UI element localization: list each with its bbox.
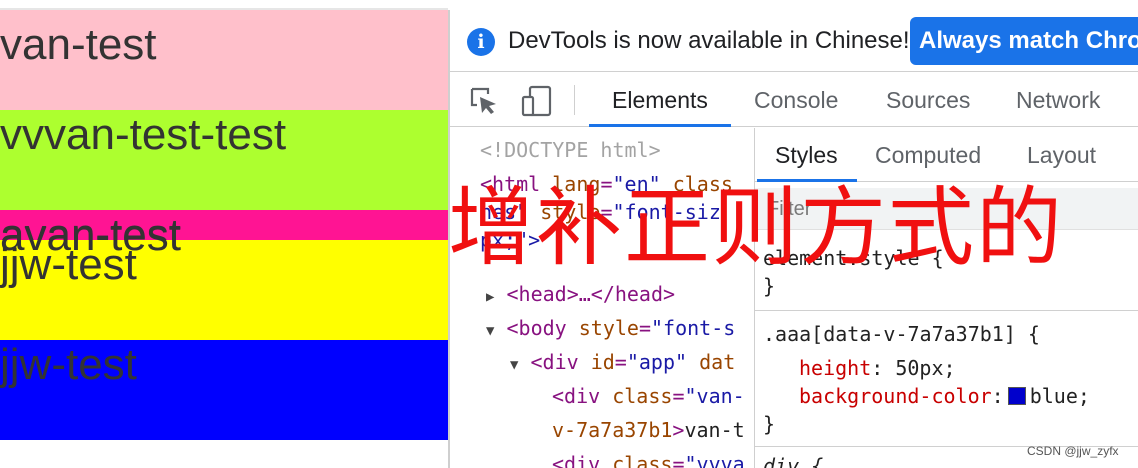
tab-sources[interactable]: Sources (886, 73, 970, 127)
aaa-rule: .aaa[data-v-7a7a37b1] { height: 50px; ba… (755, 314, 1138, 440)
vvva-div-tag: <div (552, 452, 601, 468)
height-value: 50px; (895, 356, 956, 380)
app-div-tag: <div (530, 350, 579, 374)
tab-network[interactable]: Network (1016, 73, 1100, 127)
van-test-block: van-test (0, 10, 448, 110)
vvvan-test-test-text: vvvan-test-test (0, 110, 287, 159)
subtab-layout[interactable]: Layout (1027, 128, 1096, 182)
body-tag: <body (506, 316, 567, 340)
app-data-attr: dat (699, 350, 736, 374)
body-style-value: "font-s (651, 316, 736, 340)
language-infobar: i DevTools is now available in Chinese! … (450, 10, 1138, 72)
app-id-attr: id (590, 350, 615, 374)
dom-van-line[interactable]: <div class="van- (552, 382, 745, 410)
jjw-test-blue-block: jjw-test (0, 340, 448, 440)
active-tab-indicator (589, 124, 731, 127)
jjw-test-blue-text: jjw-test (0, 340, 137, 389)
infobar-message: DevTools is now available in Chinese! (508, 27, 910, 54)
height-property: height (799, 356, 872, 380)
subtab-styles[interactable]: Styles (775, 128, 838, 182)
background-color-declaration[interactable]: background-color: blue; (799, 382, 1090, 410)
styles-subtabs: Styles Computed Layout (755, 128, 1138, 182)
subtab-computed[interactable]: Computed (875, 128, 981, 182)
collapse-triangle-icon[interactable]: ▼ (510, 357, 518, 373)
device-toolbar-icon[interactable] (520, 85, 554, 122)
info-icon: i (467, 28, 495, 56)
color-swatch-icon[interactable] (1007, 387, 1026, 405)
devtools-toolbar: Elements Console Sources Network (450, 73, 1138, 127)
avan-test-overflow-text: avan-test (0, 211, 181, 260)
dom-app-line[interactable]: ▼ <div id="app" dat (510, 348, 735, 379)
background-color-value: blue; (1029, 384, 1090, 408)
dom-van-line-wrap: v-7a7a37b1>van-t (552, 418, 745, 442)
collapse-triangle-icon[interactable]: ▼ (486, 323, 494, 339)
rule-divider (755, 310, 1138, 311)
expand-triangle-icon[interactable]: ▶ (486, 289, 494, 305)
app-id-value: "app" (626, 350, 688, 374)
van-text-node: van-t (684, 418, 745, 442)
vvva-class-value: "vvva (684, 452, 745, 468)
dom-vvva-line[interactable]: <div class="vvva (552, 450, 745, 468)
aaa-rule-selector[interactable]: .aaa[data-v-7a7a37b1] { (763, 320, 1040, 348)
dom-body-line[interactable]: ▼ <body style="font-s (486, 314, 735, 345)
tab-elements[interactable]: Elements (612, 73, 708, 127)
dom-head-line[interactable]: ▶ <head>…</head> (486, 280, 675, 311)
van-div-tag: <div (552, 384, 601, 408)
body-style-attr: style (578, 316, 639, 340)
van-test-text: van-test (0, 20, 157, 69)
van-scope-attr: v-7a7a37b1 (552, 418, 673, 442)
csdn-watermark: CSDN @jjw_zyfx (1027, 444, 1119, 458)
page-preview: van-test vvvan-test-test avan-test jjw-t… (0, 0, 448, 468)
vvva-class-attr: class (612, 452, 673, 468)
dom-doctype-line[interactable]: <!DOCTYPE html> (480, 136, 661, 164)
vvvan-test-test-block: vvvan-test-test (0, 110, 448, 210)
tab-console[interactable]: Console (754, 73, 838, 127)
van-class-attr: class (612, 384, 673, 408)
van-class-value: "van- (684, 384, 745, 408)
background-color-property: background-color (799, 384, 992, 408)
aaa-rule-close: } (763, 412, 776, 436)
always-match-language-button[interactable]: Always match Chrome's language (910, 17, 1138, 65)
inspect-element-icon[interactable] (468, 85, 500, 122)
head-tag: <head>…</head> (506, 282, 676, 306)
annotation-overlay-text: 增补正则方式的 (448, 178, 1064, 278)
height-declaration[interactable]: height: 50px; (799, 354, 956, 382)
toolbar-separator (574, 85, 575, 115)
div-rule-selector[interactable]: div { (763, 452, 823, 468)
